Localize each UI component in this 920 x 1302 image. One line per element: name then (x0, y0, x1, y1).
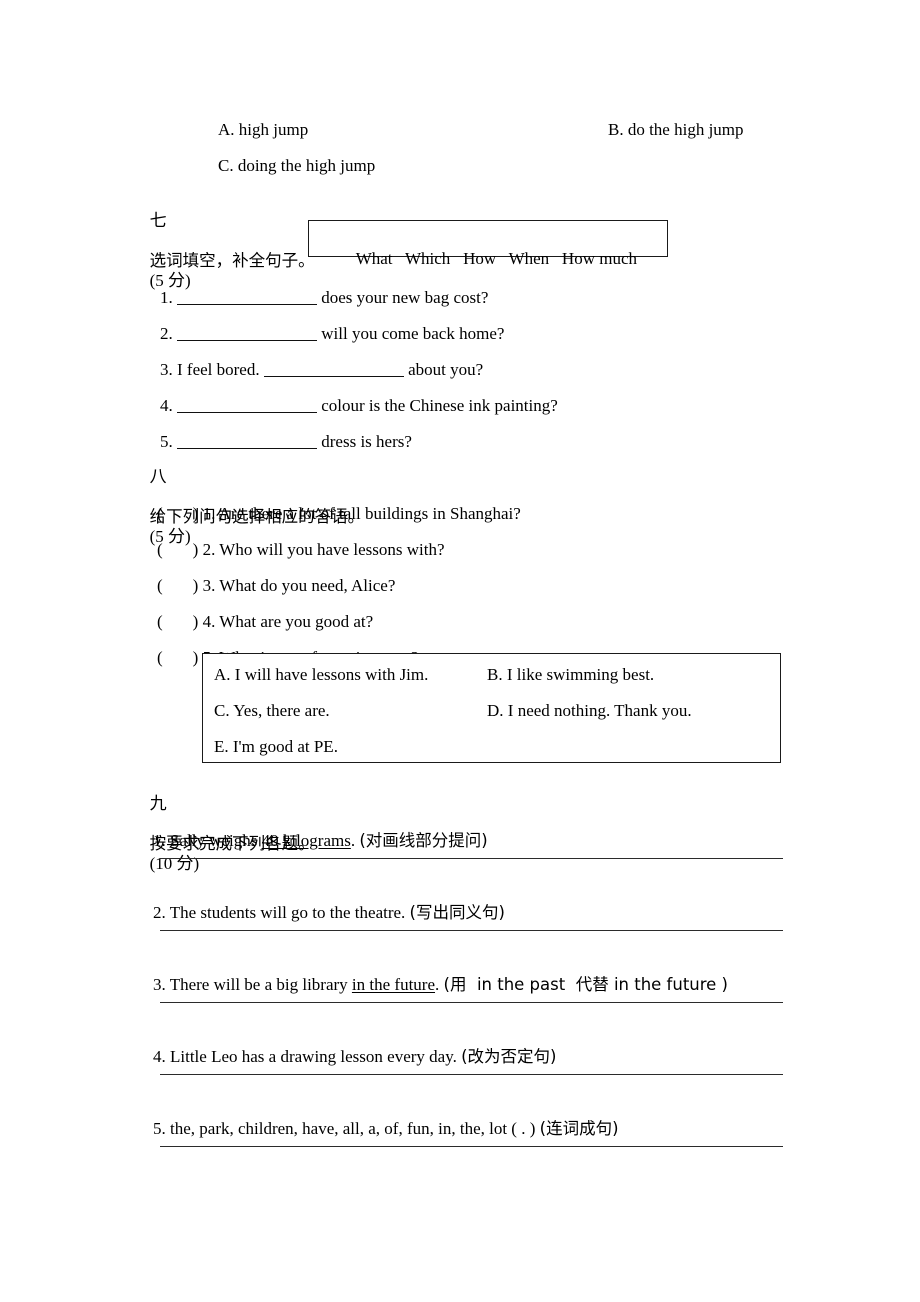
s9-item-2: 2. The students will go to the theatre. … (136, 883, 505, 943)
answer-option-c[interactable]: C. Yes, there are. (214, 701, 330, 721)
carryover-option-b[interactable]: B. do the high jump (608, 120, 744, 140)
s9-item-1-instruction: (对画线部分提问) (359, 831, 488, 850)
answer-option-b[interactable]: B. I like swimming best. (487, 665, 654, 685)
s9-item-5: 5. the, park, children, have, all, a, of… (136, 1099, 619, 1159)
s9-answer-line-4[interactable] (160, 1074, 783, 1075)
s9-item-1-underlined: 40 kilograms (261, 831, 351, 850)
answer-option-a[interactable]: A. I will have lessons with Jim. (214, 665, 428, 685)
s9-item-2-number: 2. (153, 903, 166, 922)
s9-answer-line-3[interactable] (160, 1002, 783, 1003)
s9-item-4-pre: Little Leo has a drawing lesson every da… (170, 1047, 457, 1066)
s9-item-1-number: 1. (153, 831, 166, 850)
word-bank-item-what[interactable]: What (356, 249, 393, 268)
s9-item-4-number: 4. (153, 1047, 166, 1066)
section-seven-number: 七 (149, 211, 167, 231)
s9-item-5-number: 5. (153, 1119, 166, 1138)
answer-option-e[interactable]: E. I'm good at PE. (214, 737, 338, 757)
word-bank-item-how[interactable]: How (463, 249, 496, 268)
s9-item-2-instruction: (写出同义句) (409, 903, 505, 922)
s9-item-3: 3. There will be a big library in the fu… (136, 955, 728, 1015)
s9-item-5-pre: the, park, children, have, all, a, of, f… (170, 1119, 536, 1138)
s9-item-3-pre: There will be a big library (169, 975, 352, 994)
carryover-option-c[interactable]: C. doing the high jump (218, 156, 375, 176)
s9-answer-line-2[interactable] (160, 930, 783, 931)
word-bank-item-how-much[interactable]: How much (562, 249, 637, 268)
s9-item-3-instruction: (用 in the past 代替 in the future ) (443, 975, 728, 994)
s9-item-3-underlined: in the future (351, 975, 436, 994)
s9-item-1-pre: Sally weighs (170, 831, 262, 850)
word-bank-item-which[interactable]: Which (405, 249, 450, 268)
s9-answer-line-1[interactable] (160, 858, 783, 859)
s9-item-4: 4. Little Leo has a drawing lesson every… (136, 1027, 556, 1087)
s9-item-3-number: 3. (153, 975, 166, 994)
answer-option-d[interactable]: D. I need nothing. Thank you. (487, 701, 692, 721)
s8-q5-bracket-open: ( (157, 648, 163, 667)
s9-item-4-instruction: (改为否定句) (461, 1047, 557, 1066)
s9-item-5-instruction: (连词成句) (539, 1119, 619, 1138)
carryover-option-a[interactable]: A. high jump (218, 120, 308, 140)
s9-item-1: 1. Sally weighs 40 kilograms. (对画线部分提问) (136, 811, 488, 871)
s9-answer-line-5[interactable] (160, 1146, 783, 1147)
s9-item-2-pre: The students will go to the theatre. (169, 903, 406, 922)
word-bank-item-when[interactable]: When (509, 249, 550, 268)
exam-page: A. high jump B. do the high jump C. doin… (0, 0, 920, 1302)
